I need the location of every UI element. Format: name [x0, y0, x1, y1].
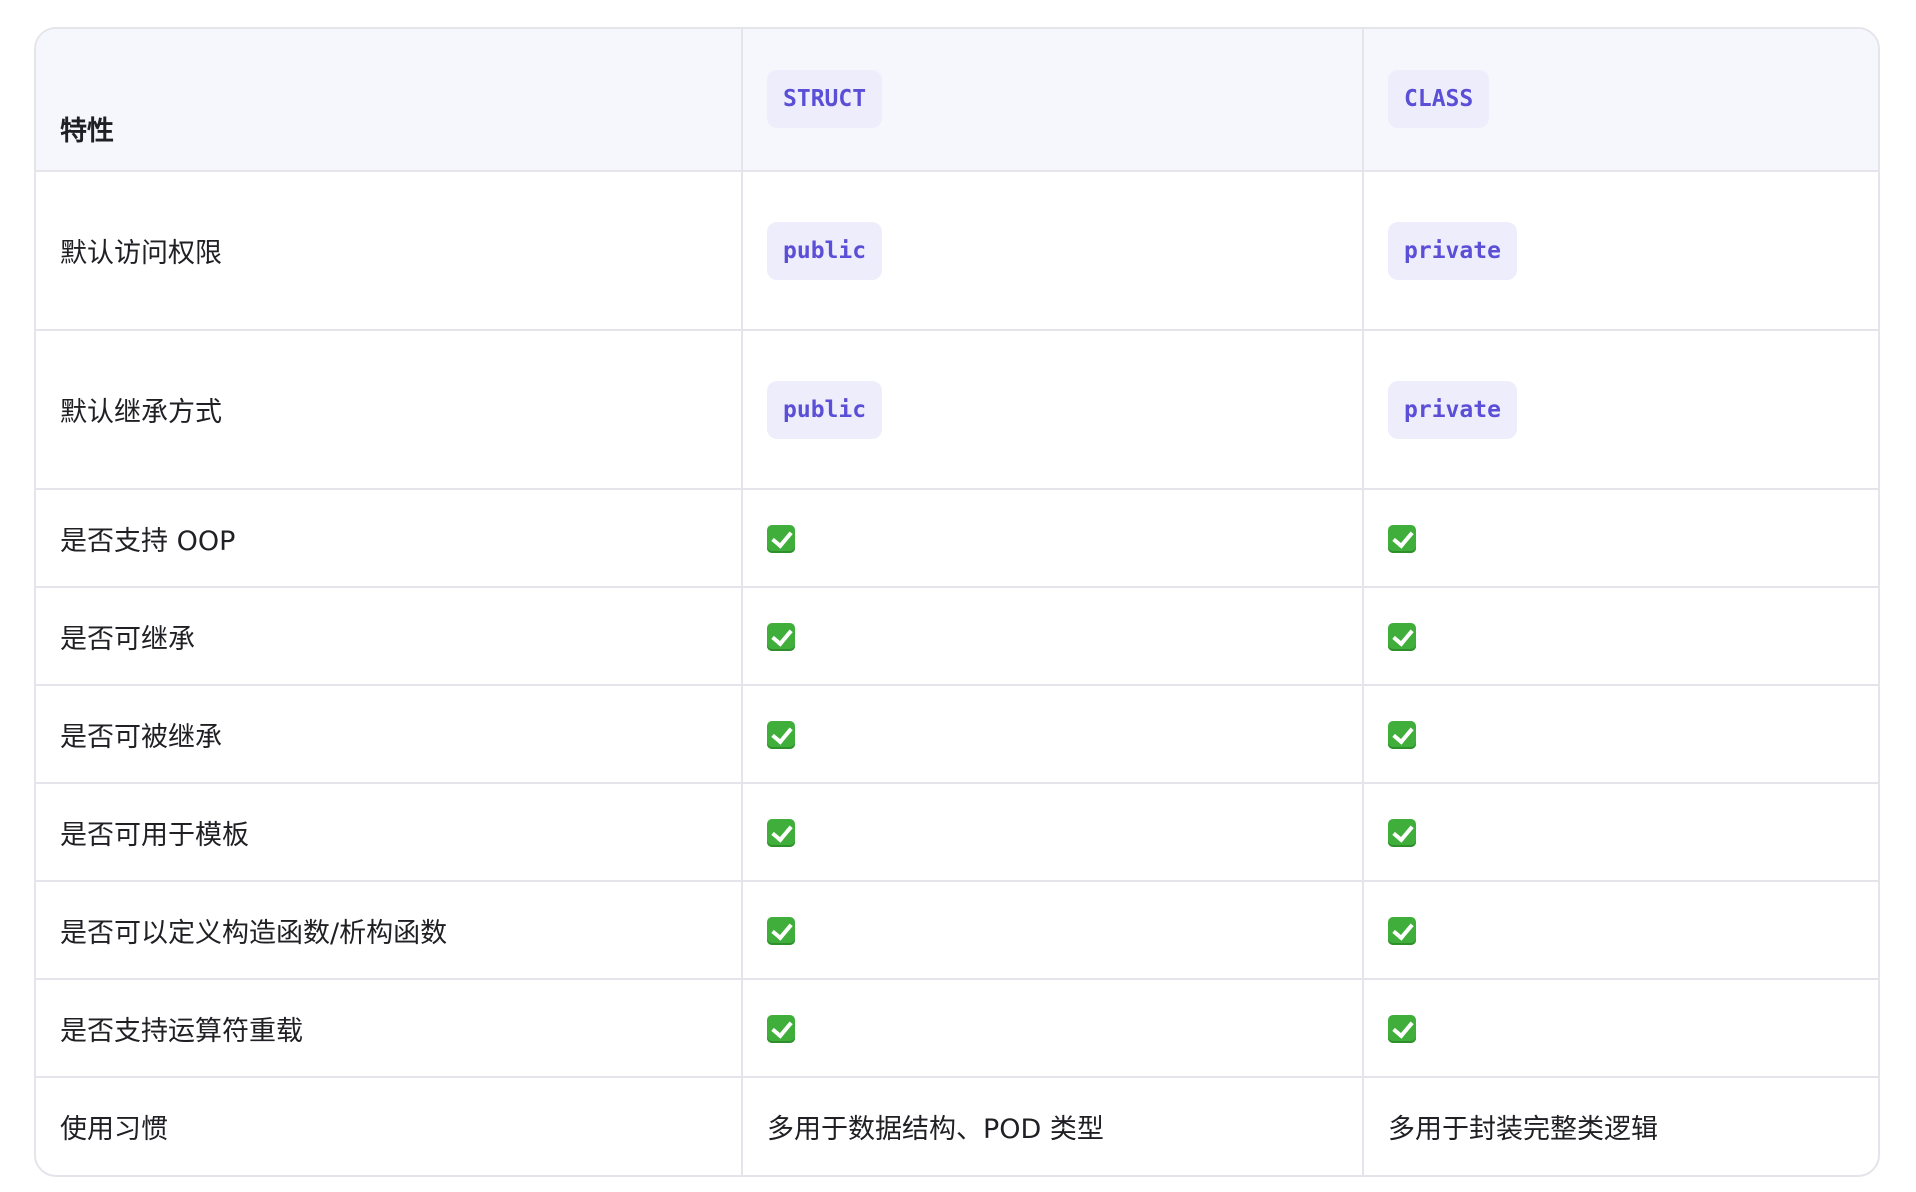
feature-cell: 是否可继承 — [36, 587, 743, 686]
struct-vs-class-table: 特性 STRUCT CLASS 默认访问权限 public private 默认… — [36, 29, 1878, 1175]
check-mark-icon — [1388, 721, 1416, 749]
struct-cell — [742, 979, 1364, 1078]
code-tag: public — [767, 221, 883, 280]
feature-cell: 是否可被继承 — [36, 685, 743, 784]
check-mark-icon — [767, 721, 795, 749]
table-row: 是否可以定义构造函数/析构函数 — [36, 881, 1878, 980]
table-row: 是否支持 OOP — [36, 489, 1878, 588]
class-tag: CLASS — [1388, 70, 1490, 128]
class-cell — [1363, 587, 1878, 686]
feature-cell: 是否支持 OOP — [36, 489, 743, 588]
struct-tag: STRUCT — [767, 70, 883, 128]
table-row: 使用习惯 多用于数据结构、POD 类型 多用于封装完整类逻辑 — [36, 1077, 1878, 1175]
class-cell — [1363, 685, 1878, 784]
class-cell: private — [1363, 171, 1878, 331]
table-row: 是否可继承 — [36, 587, 1878, 686]
struct-cell: public — [742, 171, 1364, 331]
header-class: CLASS — [1363, 29, 1878, 172]
code-tag: public — [767, 380, 883, 439]
struct-cell — [742, 489, 1364, 588]
check-mark-icon — [1388, 1015, 1416, 1043]
feature-cell: 默认继承方式 — [36, 330, 743, 490]
check-mark-icon — [767, 1015, 795, 1043]
code-tag: private — [1388, 380, 1517, 439]
table-header-row: 特性 STRUCT CLASS — [36, 29, 1878, 172]
class-cell — [1363, 489, 1878, 588]
table-row: 默认访问权限 public private — [36, 171, 1878, 331]
table-row: 是否可被继承 — [36, 685, 1878, 784]
struct-cell — [742, 783, 1364, 882]
header-feature: 特性 — [36, 29, 743, 172]
table-row: 默认继承方式 public private — [36, 330, 1878, 490]
struct-cell — [742, 587, 1364, 686]
check-mark-icon — [1388, 917, 1416, 945]
header-struct: STRUCT — [742, 29, 1364, 172]
comparison-table-container: 特性 STRUCT CLASS 默认访问权限 public private 默认… — [34, 27, 1880, 1177]
check-mark-icon — [1388, 525, 1416, 553]
feature-cell: 是否可以定义构造函数/析构函数 — [36, 881, 743, 980]
check-mark-icon — [767, 917, 795, 945]
class-cell — [1363, 783, 1878, 882]
struct-cell — [742, 881, 1364, 980]
check-mark-icon — [767, 623, 795, 651]
code-tag: private — [1388, 221, 1517, 280]
struct-cell: public — [742, 330, 1364, 490]
class-cell — [1363, 979, 1878, 1078]
check-mark-icon — [767, 819, 795, 847]
struct-cell: 多用于数据结构、POD 类型 — [742, 1077, 1364, 1175]
check-mark-icon — [1388, 623, 1416, 651]
struct-cell — [742, 685, 1364, 784]
table-row: 是否支持运算符重载 — [36, 979, 1878, 1078]
feature-cell: 是否可用于模板 — [36, 783, 743, 882]
class-cell: private — [1363, 330, 1878, 490]
feature-cell: 是否支持运算符重载 — [36, 979, 743, 1078]
check-mark-icon — [767, 525, 795, 553]
check-mark-icon — [1388, 819, 1416, 847]
feature-cell: 使用习惯 — [36, 1077, 743, 1175]
class-cell: 多用于封装完整类逻辑 — [1388, 1114, 1658, 1145]
class-cell — [1363, 881, 1878, 980]
feature-cell: 默认访问权限 — [36, 171, 743, 331]
table-row: 是否可用于模板 — [36, 783, 1878, 882]
